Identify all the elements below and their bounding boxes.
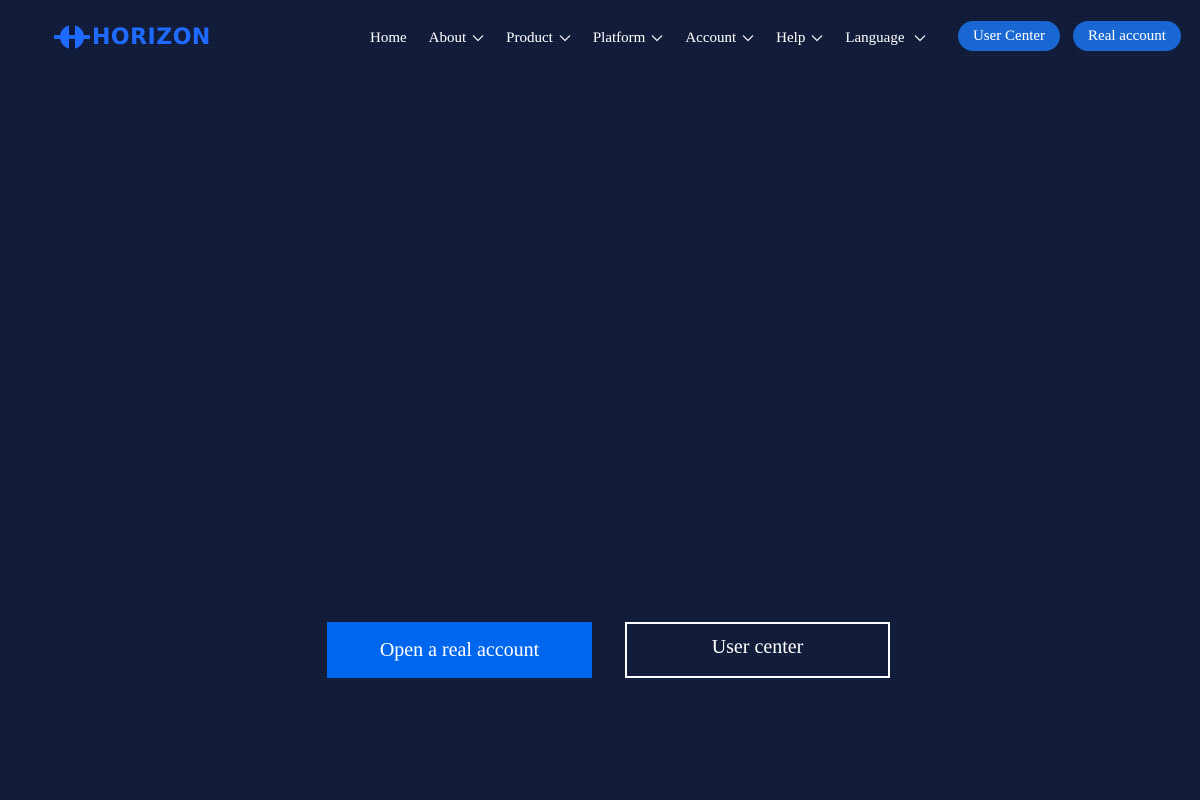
logo[interactable]: HORIZON <box>54 22 211 52</box>
nav-item-label: About <box>428 29 467 46</box>
nav-item-label: Language <box>845 29 905 46</box>
horizon-logo-icon <box>54 23 90 51</box>
chevron-down-icon <box>651 35 663 42</box>
nav-item-about[interactable]: About <box>419 30 495 47</box>
nav-item-label: Help <box>776 29 806 46</box>
main-nav: Home About Product Platform Account Help <box>360 24 938 52</box>
chevron-down-icon <box>472 35 484 42</box>
chevron-down-icon <box>811 35 823 42</box>
open-real-account-button[interactable]: Open a real account <box>327 622 592 678</box>
chevron-down-icon <box>559 35 571 42</box>
nav-item-language[interactable]: Language <box>835 30 936 47</box>
brand-name: HORIZON <box>92 24 211 50</box>
chevron-down-icon <box>915 35 926 42</box>
user-center-button[interactable]: User Center <box>958 21 1060 51</box>
page: HORIZON Home About Product Platform Acco… <box>0 0 1200 800</box>
nav-item-help[interactable]: Help <box>766 30 833 47</box>
nav-item-product[interactable]: Product <box>496 30 581 47</box>
header: HORIZON Home About Product Platform Acco… <box>0 0 1200 74</box>
nav-item-label: Product <box>506 29 553 46</box>
nav-item-label: Account <box>685 29 737 46</box>
nav-item-label: Platform <box>592 29 646 46</box>
nav-item-label: Home <box>370 29 407 46</box>
user-center-cta-button[interactable]: User center <box>625 622 890 678</box>
nav-item-platform[interactable]: Platform <box>583 30 674 47</box>
chevron-down-icon <box>742 35 754 42</box>
real-account-button[interactable]: Real account <box>1073 21 1181 51</box>
nav-item-home[interactable]: Home <box>360 30 417 47</box>
nav-item-account[interactable]: Account <box>675 30 764 47</box>
